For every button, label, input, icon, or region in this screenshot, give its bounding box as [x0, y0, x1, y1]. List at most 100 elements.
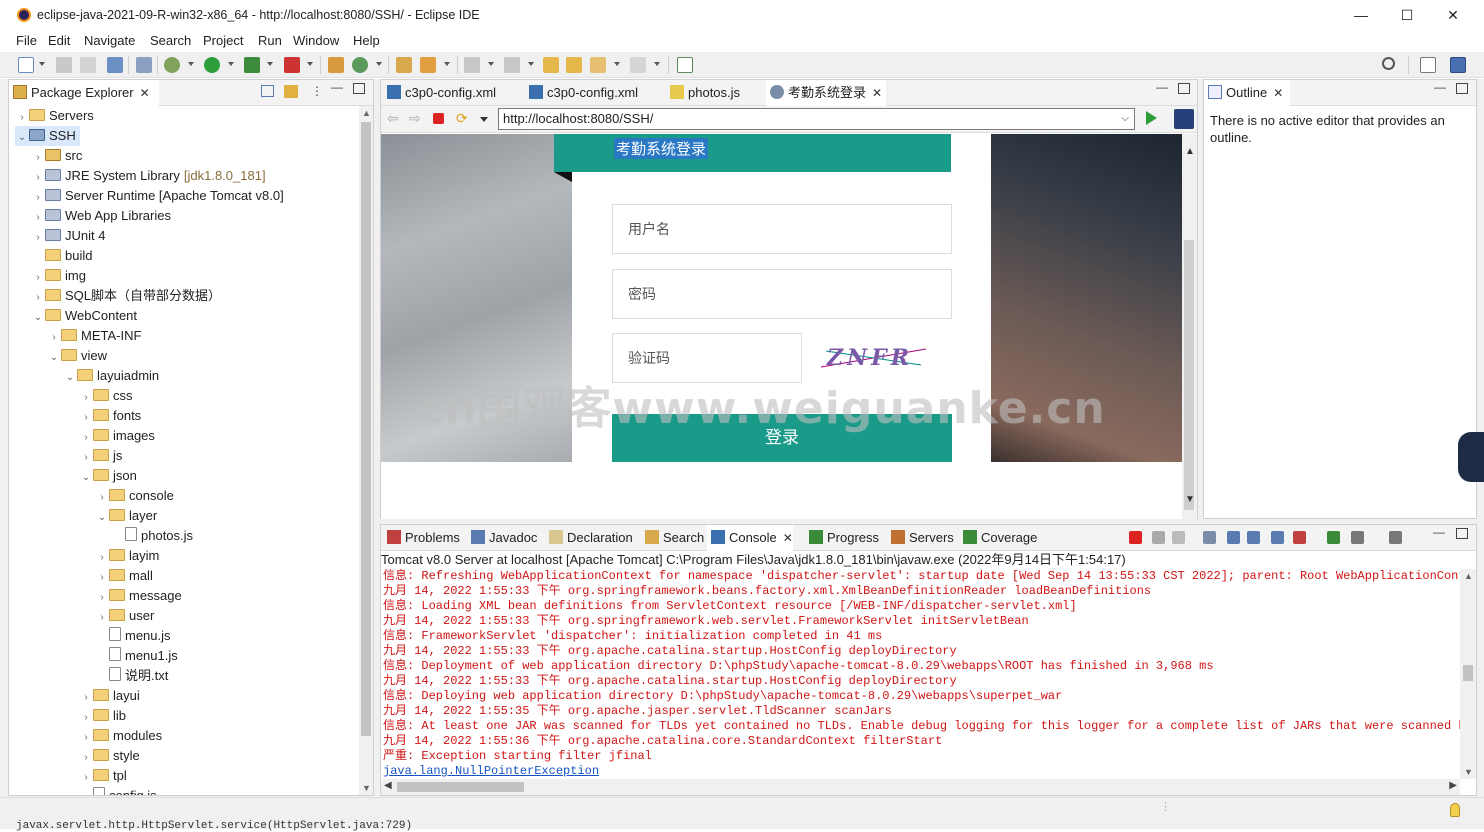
url-dropdown-icon[interactable]: ⌵: [1121, 111, 1129, 127]
debug-icon[interactable]: [164, 57, 180, 73]
open-perspective-icon[interactable]: [1420, 57, 1436, 73]
back-arrow-icon[interactable]: ⇦: [387, 110, 399, 127]
menu-edit[interactable]: Edit: [48, 33, 70, 48]
tree-item[interactable]: › Server Runtime [Apache Tomcat v8.0]: [31, 186, 283, 208]
password-input[interactable]: 密码: [612, 269, 952, 319]
menu-file[interactable]: File: [16, 33, 37, 48]
exception-link[interactable]: java.lang.NullPointerException: [381, 764, 1460, 779]
collapse-all-icon[interactable]: [261, 85, 274, 97]
tree-item[interactable]: › SQL脚本（自带部分数据）: [31, 286, 221, 306]
tree-item[interactable]: ⌄ WebContent: [31, 306, 137, 326]
run-icon[interactable]: [204, 57, 220, 73]
maximize-view-icon[interactable]: [1456, 528, 1468, 539]
expanded-arrow-icon[interactable]: ⌄: [47, 348, 61, 368]
minimize-view-icon[interactable]: —: [1433, 525, 1445, 539]
terminate-icon[interactable]: [1129, 531, 1142, 544]
tree-item[interactable]: menu1.js: [95, 646, 178, 666]
tree-item[interactable]: › lib: [79, 706, 126, 726]
collapsed-arrow-icon[interactable]: ›: [31, 188, 45, 208]
external-browser-icon[interactable]: [1174, 109, 1194, 129]
tree-item[interactable]: › style: [79, 746, 139, 768]
minimize-view-icon[interactable]: —: [1156, 80, 1168, 94]
tree-item[interactable]: 说明.txt: [95, 666, 168, 686]
refresh-icon[interactable]: ⟳: [456, 110, 468, 127]
collapsed-arrow-icon[interactable]: ›: [79, 688, 93, 708]
search-icon[interactable]: [1382, 57, 1395, 70]
scroll-lock-icon[interactable]: [1227, 531, 1240, 544]
expanded-arrow-icon[interactable]: ⌄: [31, 308, 45, 328]
collapsed-arrow-icon[interactable]: ›: [95, 548, 109, 568]
tree-item[interactable]: › message: [95, 586, 181, 608]
view-menu-icon[interactable]: ⋮: [311, 84, 323, 98]
close-icon[interactable]: ✕: [783, 531, 793, 545]
tree-item[interactable]: › tpl: [79, 766, 126, 788]
username-input[interactable]: 用户名: [612, 204, 952, 254]
console-vscrollbar[interactable]: ▲ ▼: [1460, 569, 1476, 779]
maximize-view-icon[interactable]: [1456, 83, 1468, 94]
collapsed-arrow-icon[interactable]: ›: [31, 168, 45, 188]
pin-editor-icon[interactable]: [677, 57, 693, 73]
collapsed-arrow-icon[interactable]: ›: [79, 768, 93, 788]
collapsed-arrow-icon[interactable]: ›: [31, 268, 45, 288]
new-icon[interactable]: [18, 57, 34, 73]
back-icon[interactable]: [566, 57, 582, 73]
tree-item[interactable]: › JRE System Library [jdk1.8.0_181]: [31, 166, 265, 188]
new-class-icon[interactable]: [352, 57, 368, 73]
close-icon[interactable]: ✕: [140, 86, 150, 100]
menu-search[interactable]: Search: [150, 33, 191, 48]
minimize-button[interactable]: —: [1338, 2, 1384, 28]
tree-item[interactable]: build: [31, 246, 92, 266]
menu-project[interactable]: Project: [203, 33, 243, 48]
collapsed-arrow-icon[interactable]: ›: [79, 408, 93, 428]
notifications-icon[interactable]: [1450, 803, 1460, 817]
open-type-icon[interactable]: [396, 57, 412, 73]
collapsed-arrow-icon[interactable]: ›: [95, 588, 109, 608]
browser-scrollbar[interactable]: ▲ ▼: [1182, 134, 1197, 519]
collapsed-arrow-icon[interactable]: ›: [79, 388, 93, 408]
collapsed-arrow-icon[interactable]: ›: [79, 748, 93, 768]
collapsed-arrow-icon[interactable]: ›: [79, 448, 93, 468]
tree-item[interactable]: menu.js: [95, 626, 171, 646]
open-console-icon[interactable]: [1389, 531, 1402, 544]
console-tab-declaration[interactable]: Declaration: [545, 525, 633, 551]
pin-console-icon[interactable]: [1327, 531, 1340, 544]
console-tab-servers[interactable]: Servers: [887, 525, 954, 551]
console-hscrollbar[interactable]: ◀ ▶: [381, 779, 1460, 795]
tab-outline[interactable]: Outline ✕: [1204, 80, 1290, 106]
show-on-out-icon[interactable]: [1271, 531, 1284, 544]
collapsed-arrow-icon[interactable]: ›: [95, 608, 109, 628]
tree-item[interactable]: › Web App Libraries: [31, 206, 171, 226]
show-on-err-icon[interactable]: [1293, 531, 1306, 544]
tree-item[interactable]: › layui: [79, 686, 139, 708]
external-tools-icon[interactable]: [284, 57, 300, 73]
console-tab-search[interactable]: Search: [641, 525, 704, 551]
new-java-project-icon[interactable]: [328, 57, 344, 73]
forward-disabled-icon[interactable]: [630, 57, 646, 73]
tree-item[interactable]: › images: [79, 426, 155, 446]
menu-navigate[interactable]: Navigate: [84, 33, 135, 48]
collapsed-arrow-icon[interactable]: ›: [31, 148, 45, 168]
close-button[interactable]: ✕: [1430, 2, 1476, 28]
tree-item[interactable]: ⌄ view: [47, 346, 107, 366]
link-with-editor-icon[interactable]: [284, 85, 298, 98]
collapsed-arrow-icon[interactable]: ›: [95, 488, 109, 508]
console-tab-console[interactable]: Console ✕: [707, 525, 793, 551]
tree-item[interactable]: photos.js: [111, 526, 193, 546]
tree-scrollbar[interactable]: ▲ ▼: [359, 106, 373, 795]
tree-item[interactable]: › console: [95, 486, 173, 508]
save-icon[interactable]: [56, 57, 72, 73]
collapsed-arrow-icon[interactable]: ›: [79, 708, 93, 728]
editor-tab[interactable]: 考勤系统登录 ✕: [766, 80, 886, 106]
close-icon[interactable]: ✕: [1273, 86, 1283, 100]
coverage-icon[interactable]: [244, 57, 260, 73]
maximize-view-icon[interactable]: [1178, 83, 1190, 94]
prev-annotation-icon[interactable]: [504, 57, 520, 73]
minimize-view-icon[interactable]: —: [331, 80, 343, 94]
tree-item[interactable]: › modules: [79, 726, 162, 746]
tree-scroll-thumb[interactable]: [361, 122, 371, 736]
tree-item[interactable]: › css: [79, 386, 132, 408]
browser-scroll-thumb[interactable]: [1184, 240, 1194, 510]
tree-item[interactable]: config.js: [79, 786, 157, 795]
forward-icon[interactable]: [590, 57, 606, 73]
display-console-icon[interactable]: [1351, 531, 1364, 544]
